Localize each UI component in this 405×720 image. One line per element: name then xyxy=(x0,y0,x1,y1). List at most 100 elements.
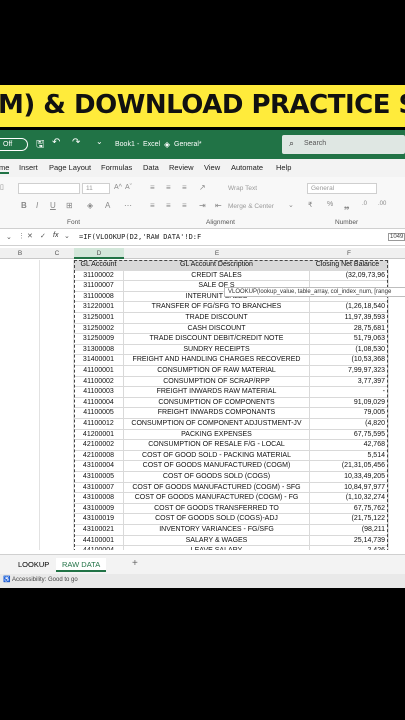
closing-balance-cell[interactable]: 42,768 xyxy=(310,440,388,451)
closing-balance-cell[interactable]: (1,26,18,540 xyxy=(310,302,388,313)
insert-function-icon[interactable]: fx xyxy=(53,232,58,239)
name-box-dropdown-icon[interactable]: ⌄ xyxy=(6,233,12,241)
font-size-box[interactable]: 11 xyxy=(82,183,110,194)
gl-account-cell[interactable]: 41100012 xyxy=(74,419,124,430)
gl-description-cell[interactable]: COST OF GOOD SOLD - PACKING MATERIAL xyxy=(124,450,310,462)
gl-account-cell[interactable]: 31250009 xyxy=(74,334,124,345)
closing-balance-cell[interactable]: 2,426 xyxy=(310,546,388,550)
align-center-icon[interactable]: ≡ xyxy=(166,201,171,210)
wrap-text-button[interactable]: Wrap Text xyxy=(228,185,257,192)
percent-icon[interactable]: % xyxy=(327,201,333,208)
formula-input[interactable]: =IF(VLOOKUP(D2,'RAW DATA'!D:F xyxy=(79,233,201,241)
gl-account-cell[interactable]: 43100008 xyxy=(74,493,124,504)
gl-account-cell[interactable]: 41100002 xyxy=(74,376,124,388)
merge-dropdown-icon[interactable]: ⌄ xyxy=(288,201,294,209)
closing-balance-cell[interactable]: 25,14,739 xyxy=(310,535,388,547)
gl-account-cell[interactable]: 31100007 xyxy=(74,281,124,292)
gl-description-cell[interactable]: COST OF GOODS SOLD (COGS)-ADJ xyxy=(124,514,310,525)
undo-icon[interactable]: ↶ xyxy=(52,137,60,148)
tab-review[interactable]: Review xyxy=(169,163,194,172)
decrease-decimal-icon[interactable]: .00 xyxy=(378,201,386,207)
align-top-icon[interactable]: ≡ xyxy=(150,183,155,192)
closing-balance-cell[interactable]: 51,79,063 xyxy=(310,334,388,345)
gl-account-cell[interactable]: 31100008 xyxy=(74,291,124,303)
bold-button[interactable]: B xyxy=(21,201,27,210)
tab-view[interactable]: View xyxy=(204,163,220,172)
sheet-tab-lookup[interactable]: LOOKUP xyxy=(12,558,55,572)
gl-account-cell[interactable]: 44100004 xyxy=(74,546,124,550)
gl-description-cell[interactable]: TRANSFER OF FG/SFG TO BRANCHES xyxy=(124,302,310,313)
cancel-icon[interactable]: ✕ xyxy=(27,232,33,240)
gl-description-cell[interactable]: FREIGHT AND HANDLING CHARGES RECOVERED xyxy=(124,355,310,366)
orientation-icon[interactable]: ↗ xyxy=(199,183,206,192)
gl-description-cell[interactable]: CASH DISCOUNT xyxy=(124,323,310,335)
closing-balance-cell[interactable]: (21,31,05,456 xyxy=(310,461,388,472)
closing-balance-cell[interactable]: (4,820 xyxy=(310,419,388,430)
sensitivity-label[interactable]: General* xyxy=(174,141,202,148)
closing-balance-cell[interactable]: 11,97,39,593 xyxy=(310,313,388,324)
gl-description-cell[interactable]: LEAVE SALARY xyxy=(124,546,310,550)
closing-balance-cell[interactable]: 10,33,49,205 xyxy=(310,472,388,483)
gl-account-cell[interactable]: 43100021 xyxy=(74,525,124,536)
closing-balance-cell[interactable]: 10,84,97,977 xyxy=(310,482,388,494)
header-closing-balance[interactable]: Closing Net Balance xyxy=(310,260,388,271)
gl-account-cell[interactable]: 43100005 xyxy=(74,472,124,483)
gl-description-cell[interactable]: COST OF GOODS MANUFACTURED (COGM) - SFG xyxy=(124,482,310,494)
gl-account-cell[interactable]: 31100002 xyxy=(74,270,124,282)
gl-account-cell[interactable]: 43100007 xyxy=(74,482,124,494)
gl-description-cell[interactable]: SUNDRY RECEIPTS xyxy=(124,344,310,356)
font-color-icon[interactable]: A xyxy=(105,201,110,210)
gl-account-cell[interactable]: 41100003 xyxy=(74,387,124,398)
closing-balance-cell[interactable]: (98,211 xyxy=(310,525,388,536)
gl-description-cell[interactable]: CREDIT SALES xyxy=(124,270,310,282)
closing-balance-cell[interactable]: - xyxy=(310,387,388,398)
increase-decimal-icon[interactable]: .0 xyxy=(362,201,367,207)
align-bottom-icon[interactable]: ≡ xyxy=(182,183,187,192)
gl-description-cell[interactable]: PACKING EXPENSES xyxy=(124,429,310,441)
gl-description-cell[interactable]: TRADE DISCOUNT DEBIT/CREDIT NOTE xyxy=(124,334,310,345)
closing-balance-cell[interactable]: (1,08,530 xyxy=(310,344,388,356)
gl-account-cell[interactable]: 41100005 xyxy=(74,408,124,419)
tab-insert[interactable]: Insert xyxy=(19,163,38,172)
gl-account-cell[interactable]: 31400001 xyxy=(74,355,124,366)
closing-balance-cell[interactable]: 79,005 xyxy=(310,408,388,419)
gl-account-cell[interactable]: 42100002 xyxy=(74,440,124,451)
col-header-b[interactable]: B xyxy=(0,250,40,257)
gl-account-cell[interactable]: 31220001 xyxy=(74,302,124,313)
gl-account-cell[interactable]: 41100001 xyxy=(74,366,124,377)
gl-description-cell[interactable]: COST OF GOODS TRANSFERRED TO xyxy=(124,503,310,515)
save-icon[interactable]: 🖫 xyxy=(36,137,45,154)
fill-color-icon[interactable]: ◈ xyxy=(87,201,93,210)
closing-balance-cell[interactable]: 91,09,029 xyxy=(310,397,388,409)
align-middle-icon[interactable]: ≡ xyxy=(166,183,171,192)
gl-account-cell[interactable]: 43100009 xyxy=(74,503,124,515)
col-header-f[interactable]: F xyxy=(310,250,388,257)
accessibility-status[interactable]: Accessibility: Good to go xyxy=(12,577,78,583)
closing-balance-cell[interactable]: 3,77,397 xyxy=(310,376,388,388)
gl-description-cell[interactable]: SALARY & WAGES xyxy=(124,535,310,547)
worksheet-grid[interactable]: GL Account GL Account Description Closing … xyxy=(0,260,405,550)
comma-icon[interactable]: ❠ xyxy=(344,201,349,211)
gl-description-cell[interactable]: TRADE DISCOUNT xyxy=(124,313,310,324)
gl-account-cell[interactable]: 43100019 xyxy=(74,514,124,525)
indent-icon[interactable]: ⇥ xyxy=(199,201,206,210)
align-right-icon[interactable]: ≡ xyxy=(182,201,187,210)
closing-balance-cell[interactable]: 5,514 xyxy=(310,450,388,462)
qat-more-icon[interactable]: ⌄ xyxy=(96,137,103,146)
gl-account-cell[interactable]: 31250001 xyxy=(74,313,124,324)
gl-account-cell[interactable]: 42100008 xyxy=(74,450,124,462)
italic-button[interactable]: I xyxy=(36,201,38,210)
enter-icon[interactable]: ✓ xyxy=(40,232,46,240)
closing-balance-cell[interactable]: 28,75,681 xyxy=(310,323,388,335)
merge-center-button[interactable]: Merge & Center xyxy=(228,203,274,210)
gl-description-cell[interactable]: CONSUMPTION OF SCRAP/RPP xyxy=(124,376,310,388)
currency-icon[interactable]: ₹ xyxy=(308,201,312,209)
add-sheet-icon[interactable]: + xyxy=(132,558,138,569)
paste-icon[interactable]: ▯ xyxy=(0,183,4,191)
col-header-d[interactable]: D xyxy=(74,248,124,259)
font-name-box[interactable] xyxy=(18,183,80,194)
gl-account-cell[interactable]: 43100004 xyxy=(74,461,124,472)
gl-account-cell[interactable]: 31300008 xyxy=(74,344,124,356)
closing-balance-cell[interactable]: 67,75,595 xyxy=(310,429,388,441)
gl-description-cell[interactable]: COST OF GOODS MANUFACTURED (COGM) xyxy=(124,461,310,472)
